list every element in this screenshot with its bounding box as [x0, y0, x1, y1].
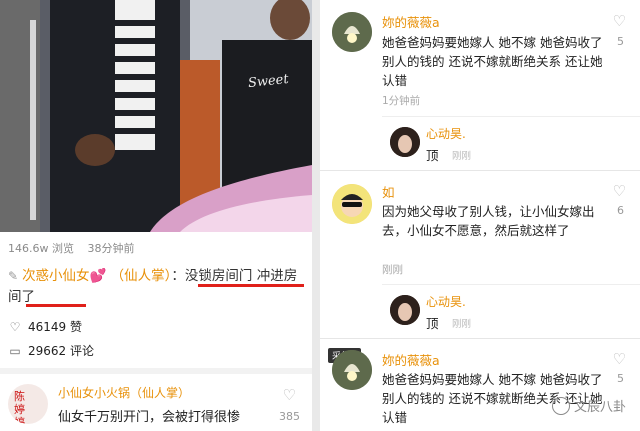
comment-item: 陈 婷 婷 小仙女小火锅（仙人掌） 仙女千万别开门，会被打得很惨 ♡ 385: [8, 380, 306, 430]
section-divider: [0, 368, 312, 374]
divider: [320, 170, 640, 171]
highlight-underline: [198, 284, 304, 287]
like-count: 46149 赞: [28, 320, 82, 334]
post-caption: ✎ 次惑小仙女💕 （仙人掌）：没锁房间门 冲进房间了: [8, 266, 306, 308]
watermark: 文辰八卦: [551, 396, 626, 415]
post-author[interactable]: 次惑小仙女: [22, 268, 90, 284]
comment-author[interactable]: 如: [382, 182, 395, 201]
reply-item: 心动昊. 顶 刚刚: [382, 284, 640, 336]
post-panel: Sweet 146.6w 浏览 38分钟前 ✎ 次惑小仙女💕 （仙人掌）：没锁房间…: [0, 0, 312, 431]
avatar[interactable]: [332, 184, 372, 224]
reply-item: 心动昊. 顶 刚刚: [382, 116, 640, 166]
comment-author[interactable]: 小仙女小火锅（仙人掌）: [58, 384, 190, 401]
comment-text: 她爸爸妈妈要她嫁人 她不嫁 她爸妈收了别人的钱的 还说不嫁就断绝关系 还让她认错: [382, 35, 603, 88]
divider: [320, 338, 640, 339]
comment-time: 1分钟前: [382, 95, 421, 107]
video-frame[interactable]: Sweet: [0, 0, 312, 232]
edit-pencil-icon: ✎: [8, 269, 19, 283]
panel-gap: [312, 0, 320, 431]
comment-author[interactable]: 妳的薇薇a: [382, 350, 440, 369]
heart-icon: ♡: [9, 320, 21, 334]
comment-time: 刚刚: [382, 264, 403, 276]
avatar[interactable]: [390, 127, 420, 157]
sunglasses-face-icon: [332, 184, 372, 224]
caption-colon: ：: [171, 268, 185, 284]
post-author-tag[interactable]: 💕 （仙人掌）: [90, 268, 172, 284]
lamp-icon: [332, 350, 372, 390]
post-stats: 146.6w 浏览 38分钟前: [8, 240, 134, 256]
heart-icon[interactable]: ♡: [613, 182, 626, 200]
comment-count: 29662 评论: [28, 344, 94, 358]
lamp-icon: [332, 12, 372, 52]
reply-author[interactable]: 心动昊.: [426, 125, 466, 142]
avatar-text: 陈 婷 婷: [14, 390, 25, 424]
avatar[interactable]: 陈 婷 婷: [8, 384, 48, 424]
like-metric[interactable]: ♡ 46149 赞: [8, 318, 82, 335]
comment-item: 采集 ▾ 如 因为她父母收了别人钱，让小仙女嫁出去，小仙女不愿意，然后就这样了 …: [320, 172, 640, 363]
heart-icon[interactable]: ♡: [613, 350, 626, 368]
comment-author[interactable]: 妳的薇薇a: [382, 12, 440, 31]
comments-panel: 妳的薇薇a 她爸爸妈妈要她嫁人 她不嫁 她爸妈收了别人的钱的 还说不嫁就断绝关系…: [320, 0, 640, 431]
comment-like-count: 6: [617, 204, 624, 217]
heart-icon[interactable]: ♡: [613, 12, 626, 30]
avatar[interactable]: [390, 295, 420, 325]
avatar[interactable]: [332, 350, 372, 390]
highlight-underline: [26, 304, 86, 307]
comment-metric[interactable]: ▭ 29662 评论: [8, 342, 94, 359]
reply-time: 刚刚: [452, 151, 472, 162]
avatar-photo-icon: [390, 127, 420, 157]
comment-item: 妳的薇薇a 她爸爸妈妈要她嫁人 她不嫁 她爸妈收了别人的钱的 还说不嫁就断绝关系…: [320, 340, 640, 431]
comment-like-count: 5: [617, 35, 624, 48]
reply-author[interactable]: 心动昊.: [426, 293, 466, 310]
wechat-logo-icon: [551, 397, 570, 415]
post-time: 38分钟前: [87, 242, 135, 255]
avatar[interactable]: [332, 12, 372, 52]
comment-text: 仙女千万别开门，会被打得很惨: [58, 410, 241, 425]
watermark-text: 文辰八卦: [573, 400, 626, 415]
comment-item: 妳的薇薇a 她爸爸妈妈要她嫁人 她不嫁 她爸妈收了别人的钱的 还说不嫁就断绝关系…: [320, 0, 640, 112]
reply-text: 顶: [426, 148, 439, 163]
reply-text: 顶: [426, 316, 439, 331]
comment-bubble-icon: ▭: [9, 344, 21, 358]
view-count: 146.6w 浏览: [8, 242, 74, 255]
comment-text: 因为她父母收了别人钱，让小仙女嫁出去，小仙女不愿意，然后就这样了: [382, 204, 595, 238]
comment-like-count: 5: [617, 372, 624, 385]
avatar-photo-icon: [390, 295, 420, 325]
heart-icon[interactable]: ♡: [283, 386, 296, 404]
comment-like-count: 385: [279, 410, 300, 423]
reply-time: 刚刚: [452, 319, 472, 330]
video-scene: [0, 0, 312, 232]
